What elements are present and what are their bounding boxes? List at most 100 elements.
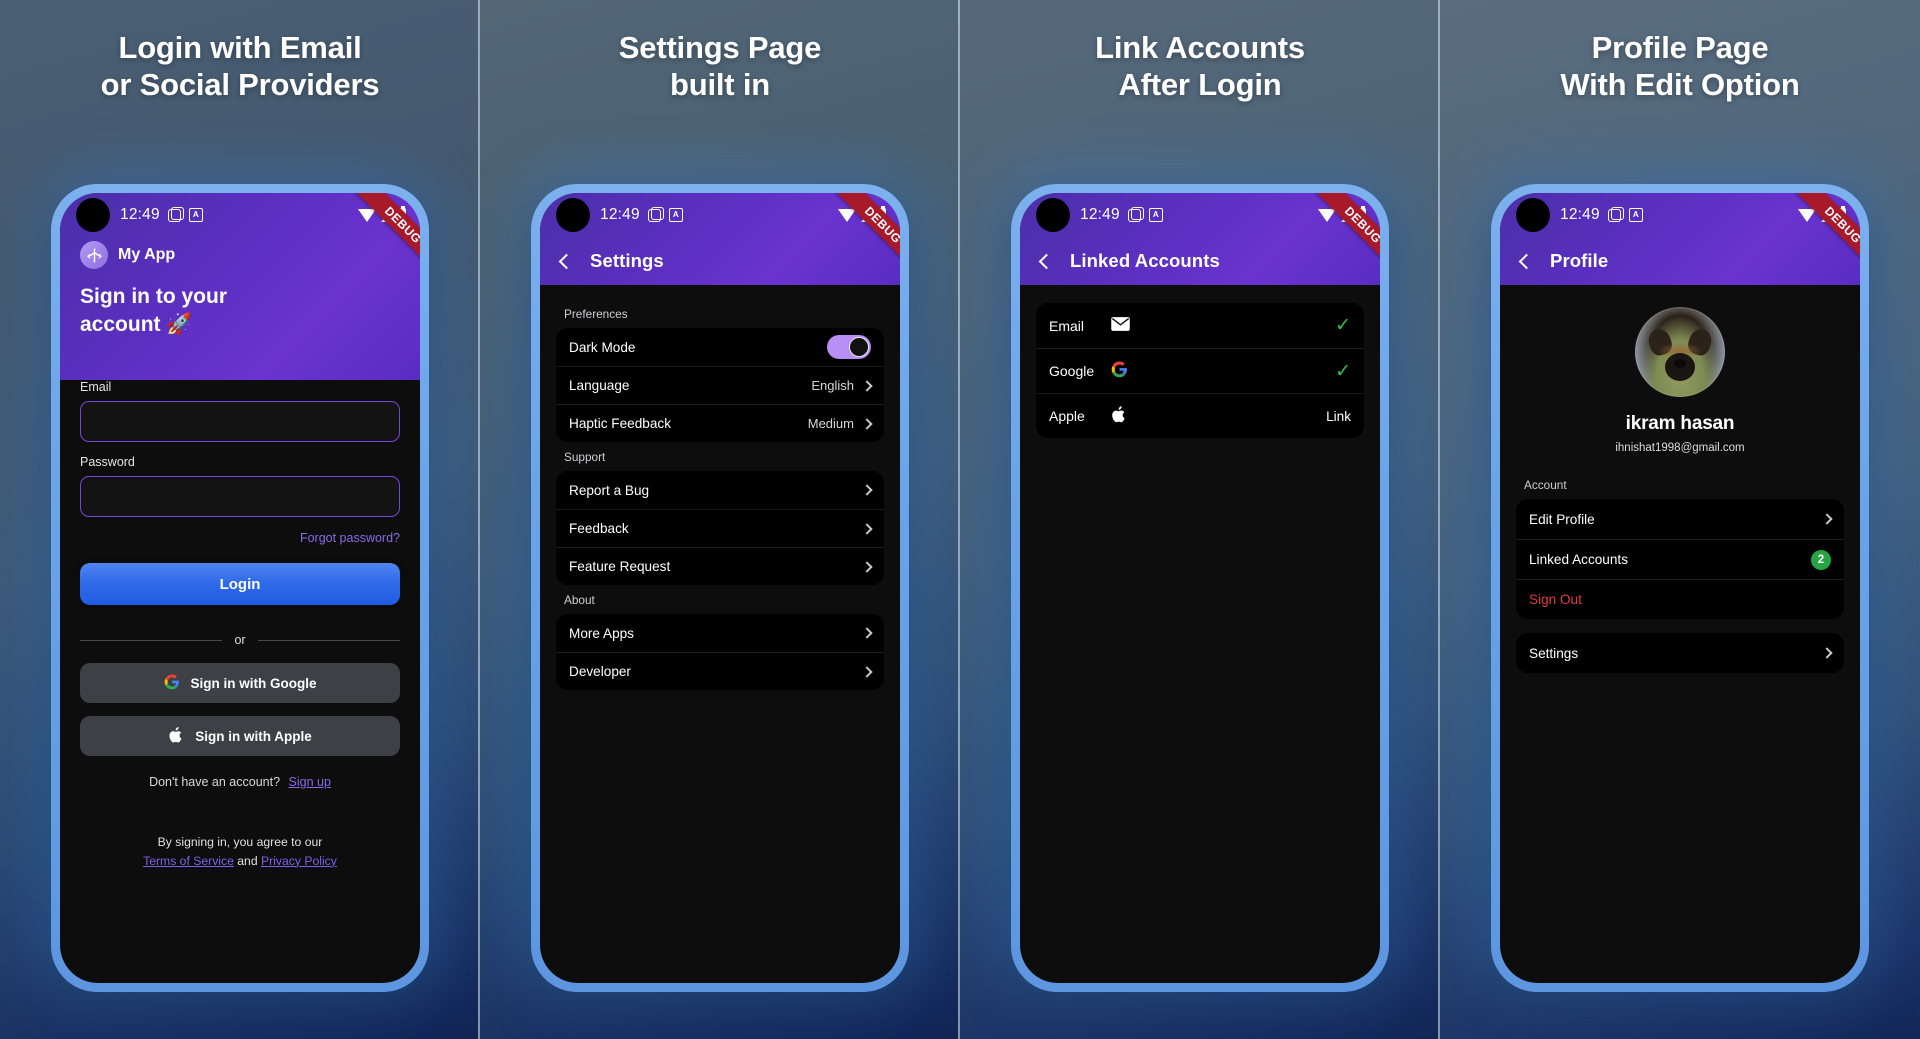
forgot-password-label: Forgot password? [299, 531, 400, 546]
apple-signin-button[interactable]: Sign in with Apple [80, 716, 400, 757]
hero-title: Sign in to your account 🚀 [80, 285, 227, 336]
battery-icon [1357, 206, 1366, 222]
status-bar: 12:49 A [1500, 193, 1860, 237]
panel-caption: Profile Page With Edit Option [1440, 30, 1920, 103]
email-input[interactable] [80, 401, 400, 443]
settings-row-haptic-feedback[interactable]: Haptic Feedback Medium [556, 404, 884, 442]
panel-settings: Settings Page built in DEBUG 12:49 A Set… [480, 0, 960, 1039]
camera-punch-hole [556, 198, 590, 232]
phone-mockup: DEBUG 12:49 A [51, 184, 429, 992]
status-time: 12:49 [1080, 206, 1120, 223]
app-bar: Settings [540, 237, 900, 285]
back-arrow-icon[interactable] [1038, 253, 1055, 269]
settings-row-developer[interactable]: Developer [556, 652, 884, 690]
settings-row-report-bug[interactable]: Report a Bug [556, 471, 884, 509]
panel-login: Login with Email or Social Providers DEB… [0, 0, 480, 1039]
account-label: Email [1049, 317, 1085, 334]
status-time: 12:49 [120, 206, 160, 223]
profile-row-settings[interactable]: Settings [1516, 633, 1844, 673]
profile-row-sign-out[interactable]: Sign Out [1516, 579, 1844, 619]
signup-link[interactable]: Sign up [289, 775, 331, 789]
signal-icon [1821, 208, 1832, 222]
app-badge-icon: A [668, 208, 683, 222]
profile-row-linked-accounts[interactable]: Linked Accounts 2 [1516, 539, 1844, 579]
screenshot-icon [1127, 206, 1144, 222]
link-account-button[interactable]: Link [1326, 409, 1351, 424]
forgot-password-link[interactable]: Forgot password? [80, 531, 400, 545]
section-label-about: About [564, 593, 595, 607]
password-input[interactable] [80, 476, 400, 518]
chevron-right-icon [1821, 647, 1833, 659]
signup-prompt: Don't have an account? [149, 775, 281, 790]
login-hero: My App Sign in to your account 🚀 [60, 237, 420, 362]
caption-line-1: Link Accounts [1095, 30, 1305, 65]
phone-mockup: DEBUG 12:49 A [1011, 184, 1389, 992]
phone-screen: DEBUG 12:49 A [1500, 193, 1860, 983]
chevron-right-icon [861, 560, 873, 573]
login-form: Email Password Forgot password? Login or [60, 362, 420, 870]
privacy-policy-link[interactable]: Privacy Policy [261, 854, 337, 868]
google-signin-button[interactable]: Sign in with Google [80, 663, 400, 704]
signal-icon [861, 208, 872, 222]
app-badge-icon: A [188, 208, 203, 222]
settings-content: Preferences Dark Mode Language English H… [540, 285, 900, 690]
caption-line-1: Settings Page [618, 30, 822, 65]
status-bar-left: 12:49 A [600, 206, 683, 224]
profile-row-edit-profile[interactable]: Edit Profile [1516, 499, 1844, 539]
section-label-preferences: Preferences [564, 307, 628, 321]
status-bar-left: 12:49 A [120, 206, 203, 224]
divider-label: or [234, 633, 246, 648]
linked-account-row-email[interactable]: Email ✓ [1036, 303, 1364, 348]
linked-account-row-google[interactable]: Google ✓ [1036, 348, 1364, 393]
caption-line-2: With Edit Option [1560, 66, 1800, 102]
account-label: Apple [1049, 408, 1085, 424]
signal-icon [1341, 208, 1352, 222]
avatar-detail [1673, 359, 1687, 368]
back-arrow-icon[interactable] [558, 253, 575, 269]
caption-line-1: Login with Email [118, 30, 362, 65]
status-bar: 12:49 A [1020, 193, 1380, 237]
profile-content: Account Edit Profile Linked Accounts 2 S… [1500, 454, 1860, 673]
page-title: Settings [590, 250, 664, 271]
brand-name: My App [118, 246, 176, 263]
row-label: Developer [569, 664, 631, 679]
profile-card-account: Edit Profile Linked Accounts 2 Sign Out [1516, 499, 1844, 619]
toggle-knob [849, 337, 869, 357]
row-label: Edit Profile [1529, 511, 1595, 527]
google-icon [1111, 361, 1128, 381]
signup-row: Don't have an account? Sign up [80, 775, 400, 789]
row-value: Medium [807, 416, 854, 431]
google-icon [164, 674, 180, 693]
apple-signin-label: Sign in with Apple [195, 728, 312, 744]
phone-screen: DEBUG 12:49 A [540, 193, 900, 983]
status-time: 12:49 [600, 206, 640, 223]
status-bar-right [1318, 206, 1366, 222]
dark-mode-toggle[interactable] [827, 335, 871, 359]
settings-row-dark-mode[interactable]: Dark Mode [556, 328, 884, 366]
linked-account-row-apple[interactable]: Apple Link [1036, 393, 1364, 438]
back-arrow-icon[interactable] [1518, 253, 1535, 269]
phone-screen: DEBUG 12:49 A [60, 193, 420, 983]
terms-line-1: By signing in, you agree to our [157, 835, 323, 850]
settings-row-feedback[interactable]: Feedback [556, 509, 884, 547]
page-title: Linked Accounts [1070, 250, 1220, 271]
status-bar: 12:49 A [60, 193, 420, 237]
settings-row-feature-request[interactable]: Feature Request [556, 547, 884, 585]
chevron-right-icon [861, 417, 873, 430]
status-time: 12:49 [1560, 206, 1600, 223]
linked-accounts-card: Email ✓ Google ✓ Apple Link [1036, 303, 1364, 438]
settings-row-more-apps[interactable]: More Apps [556, 614, 884, 652]
phone-screen: DEBUG 12:49 A [1020, 193, 1380, 983]
row-label: Report a Bug [569, 482, 650, 498]
brand-row: My App [80, 241, 400, 269]
linked-accounts-content: Email ✓ Google ✓ Apple Link [1020, 285, 1380, 438]
chevron-right-icon [861, 665, 873, 678]
chevron-right-icon [861, 627, 873, 639]
profile-name: ikram hasan [1625, 413, 1735, 434]
login-button[interactable]: Login [80, 563, 400, 606]
terms-of-service-link[interactable]: Terms of Service [143, 854, 234, 868]
settings-row-language[interactable]: Language English [556, 366, 884, 404]
status-bar-right [1798, 206, 1846, 222]
terms-text: By signing in, you agree to our Terms of… [80, 833, 400, 870]
avatar [1635, 307, 1725, 397]
